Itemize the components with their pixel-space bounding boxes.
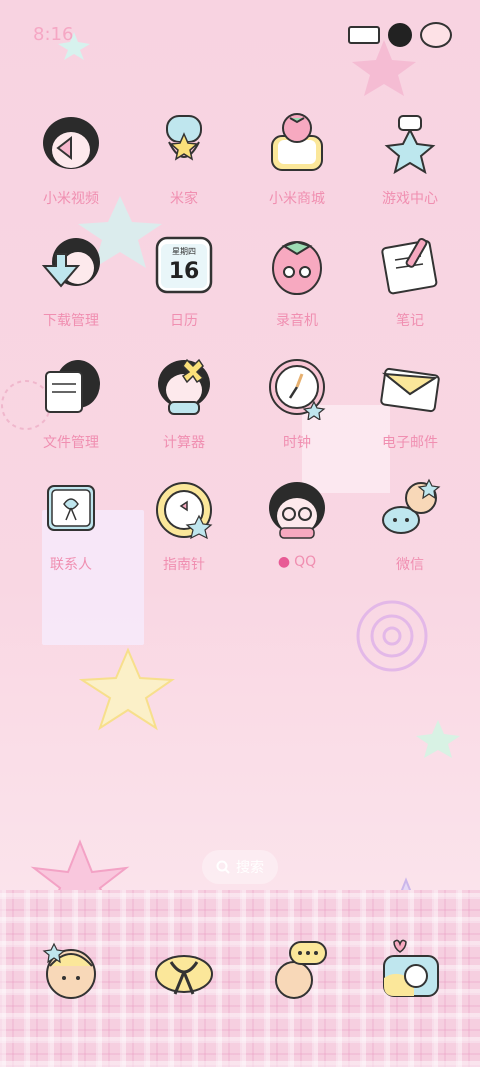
app-label: 游戏中心	[382, 191, 438, 207]
video-girl-icon	[38, 110, 104, 176]
app-label: 米家	[170, 191, 198, 207]
game-center-icon	[377, 110, 443, 176]
app-label: QQ	[294, 554, 317, 570]
dock-phone[interactable]	[38, 938, 104, 1004]
app-label: 电子邮件	[382, 435, 438, 451]
browser-character-icon	[275, 941, 327, 999]
dock-browser[interactable]	[266, 938, 332, 1004]
app-clock[interactable]: 时钟	[247, 354, 347, 464]
app-notes[interactable]: 笔记	[360, 232, 460, 342]
app-mijia[interactable]: 米家	[134, 110, 234, 220]
new-install-dot: ●	[277, 554, 291, 570]
app-file-manager[interactable]: 文件管理	[21, 354, 121, 464]
app-compass[interactable]: 指南针	[134, 476, 234, 586]
app-qq[interactable]: ● QQ	[247, 476, 347, 586]
signal-icon	[348, 26, 380, 44]
qq-girl-icon	[264, 476, 330, 542]
phone-character-icon	[42, 942, 96, 999]
status-icons	[348, 22, 452, 48]
calendar-day: 16	[169, 259, 200, 284]
app-label: 时钟	[283, 435, 311, 451]
app-contacts[interactable]: 联系人	[21, 476, 121, 586]
wifi-character-icon	[388, 23, 412, 47]
wechat-icon	[377, 476, 443, 542]
app-label: 录音机	[276, 313, 318, 329]
app-label: 笔记	[396, 313, 424, 329]
app-game-center[interactable]: 游戏中心	[360, 110, 460, 220]
app-label: 联系人	[50, 557, 92, 573]
app-wechat[interactable]: 微信	[360, 476, 460, 586]
app-label: 微信	[396, 557, 424, 573]
app-row: 小米视频 米家 小米商城 游戏中心	[0, 110, 480, 232]
app-label: 下载管理	[43, 313, 99, 329]
dock-camera[interactable]	[378, 938, 444, 1004]
app-label: 计算器	[163, 435, 205, 451]
recorder-strawberry-icon	[264, 232, 330, 298]
mijia-icon	[151, 110, 217, 176]
app-recorder[interactable]: 录音机	[247, 232, 347, 342]
app-label: 小米商城	[269, 191, 325, 207]
app-xiaomi-store[interactable]: 小米商城	[247, 110, 347, 220]
app-label-wrapper: ● QQ	[247, 554, 347, 570]
calendar-weekday: 星期四	[172, 247, 196, 256]
search-button[interactable]: 搜索	[202, 850, 278, 884]
battery-character-icon	[420, 22, 452, 48]
app-calendar[interactable]: 星期四 16 日历	[134, 232, 234, 342]
app-row: 文件管理 计算器 时钟 电子邮件	[0, 354, 480, 476]
search-label: 搜索	[236, 860, 264, 876]
app-row: 下载管理 星期四 16 日历 录音机 笔记	[0, 232, 480, 354]
download-girl-icon	[38, 232, 104, 298]
messages-ribbon-icon	[155, 955, 213, 995]
app-email[interactable]: 电子邮件	[360, 354, 460, 464]
status-time: 8:16	[33, 24, 74, 45]
email-icon	[377, 354, 443, 420]
app-label: 文件管理	[43, 435, 99, 451]
file-manager-icon	[38, 354, 104, 420]
strawberry-shop-icon	[264, 110, 330, 176]
calendar-icon: 星期四 16	[151, 232, 217, 298]
clock-icon	[264, 354, 330, 420]
app-row: 联系人 指南针 ● QQ 微信	[0, 476, 480, 598]
notes-icon	[377, 232, 443, 298]
dock-messages[interactable]	[151, 938, 217, 1004]
search-icon	[216, 860, 230, 874]
app-label: 日历	[170, 313, 198, 329]
compass-icon	[151, 476, 217, 542]
contacts-icon	[38, 476, 104, 542]
app-label: 指南针	[163, 557, 205, 573]
app-calculator[interactable]: 计算器	[134, 354, 234, 464]
app-label: 小米视频	[43, 191, 99, 207]
app-xiaomi-video[interactable]: 小米视频	[21, 110, 121, 220]
camera-icon	[383, 939, 439, 997]
calculator-girl-icon	[151, 354, 217, 420]
dock	[0, 890, 480, 1067]
app-download-manager[interactable]: 下载管理	[21, 232, 121, 342]
